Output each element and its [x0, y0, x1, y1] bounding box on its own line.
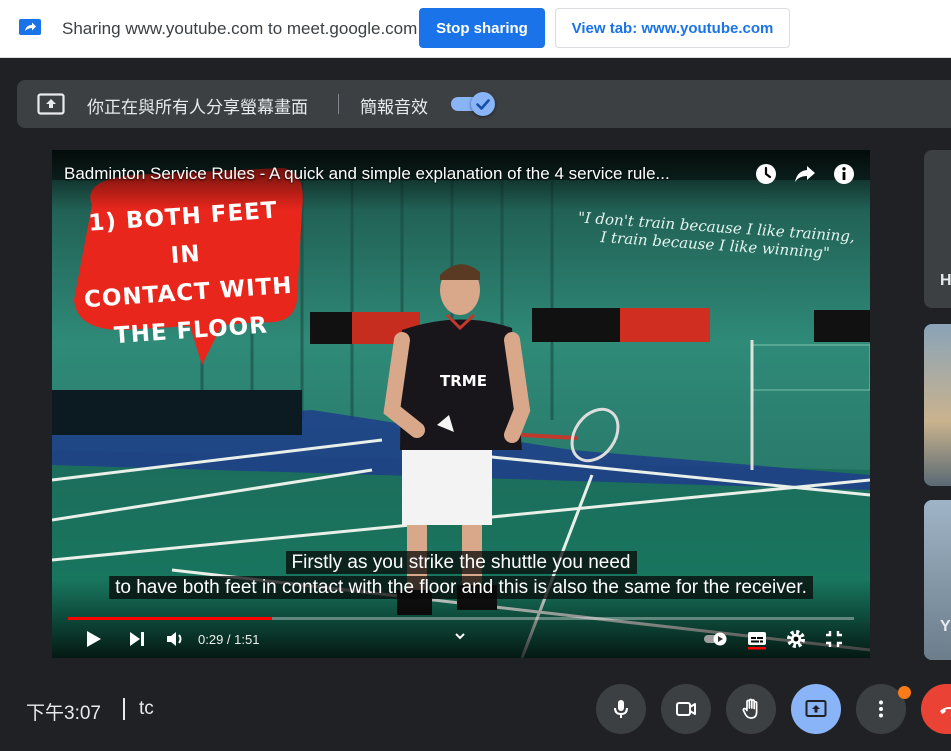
sharing-bar: Sharing www.youtube.com to meet.google.c…	[0, 0, 951, 58]
next-video-icon[interactable]	[126, 628, 148, 650]
camera-icon	[676, 702, 696, 716]
share-tab-icon	[19, 19, 41, 35]
video-title[interactable]: Badminton Service Rules - A quick and si…	[64, 164, 744, 184]
video-progress-bar[interactable]	[68, 617, 854, 620]
participant-tile-3[interactable]: Y	[924, 500, 951, 660]
exit-fullscreen-icon[interactable]	[823, 628, 845, 650]
more-vert-icon	[879, 700, 883, 718]
participant-tile-3-image	[924, 500, 951, 660]
bubble-line-1: 1) BOTH FEET IN	[87, 197, 279, 270]
meeting-clock: 下午3:07	[26, 703, 101, 724]
subtitles-icon[interactable]	[746, 628, 768, 650]
participant-tile-3-initial: Y	[940, 618, 951, 635]
bottom-divider	[123, 698, 125, 720]
stop-sharing-button[interactable]: Stop sharing	[419, 8, 545, 48]
info-icon[interactable]	[832, 162, 856, 186]
chevron-down-icon[interactable]	[450, 626, 470, 646]
settings-gear-icon[interactable]	[785, 628, 807, 650]
caption-line-1-row: Firstly as you strike the shuttle you ne…	[52, 551, 870, 574]
present-to-all-icon	[805, 700, 827, 717]
volume-icon[interactable]	[164, 628, 186, 650]
microphone-button[interactable]	[596, 684, 646, 734]
raise-hand-icon	[742, 698, 758, 719]
camera-button[interactable]	[661, 684, 711, 734]
presenting-banner: 你正在與所有人分享螢幕畫面 簡報音效	[17, 80, 951, 128]
call-end-icon	[940, 707, 951, 714]
participant-tile-1-initial: H	[940, 272, 951, 289]
banner-divider	[338, 94, 339, 114]
participant-tile-2-image	[924, 324, 951, 486]
share-arrow-icon[interactable]	[793, 162, 817, 186]
microphone-icon	[614, 700, 628, 718]
youtube-video-player[interactable]: Badminton Service Rules - A quick and si…	[52, 150, 870, 658]
view-tab-button[interactable]: View tab: www.youtube.com	[555, 8, 790, 48]
notification-dot	[898, 686, 911, 699]
video-progress-fill	[68, 617, 273, 620]
caption-line-2-row: to have both feet in contact with the fl…	[52, 576, 870, 599]
caption-line-1: Firstly as you strike the shuttle you ne…	[285, 551, 637, 574]
check-icon	[476, 99, 490, 110]
play-icon[interactable]	[82, 628, 104, 650]
bubble-overlay-text: 1) BOTH FEET IN CONTACT WITH THE FLOOR	[77, 191, 297, 357]
video-time: 0:29 / 1:51	[198, 632, 260, 647]
shirt-logo-text: TRME	[440, 372, 487, 390]
participant-tile-2[interactable]	[924, 324, 951, 486]
meeting-code: tc	[139, 698, 154, 719]
present-now-button[interactable]	[791, 684, 841, 734]
participant-tile-1[interactable]: H	[924, 150, 951, 308]
watch-later-icon[interactable]	[754, 162, 778, 186]
toggle-knob	[471, 92, 495, 116]
leave-call-button[interactable]	[921, 684, 951, 734]
caption-line-2: to have both feet in contact with the fl…	[109, 576, 813, 599]
presentation-audio-label: 簡報音效	[360, 98, 428, 117]
raise-hand-button[interactable]	[726, 684, 776, 734]
sharing-status-text: Sharing www.youtube.com to meet.google.c…	[62, 19, 418, 38]
presentation-audio-toggle[interactable]	[451, 92, 497, 116]
autoplay-toggle-icon[interactable]	[702, 628, 730, 650]
presenting-text: 你正在與所有人分享螢幕畫面	[87, 98, 308, 117]
present-screen-icon	[37, 93, 65, 115]
